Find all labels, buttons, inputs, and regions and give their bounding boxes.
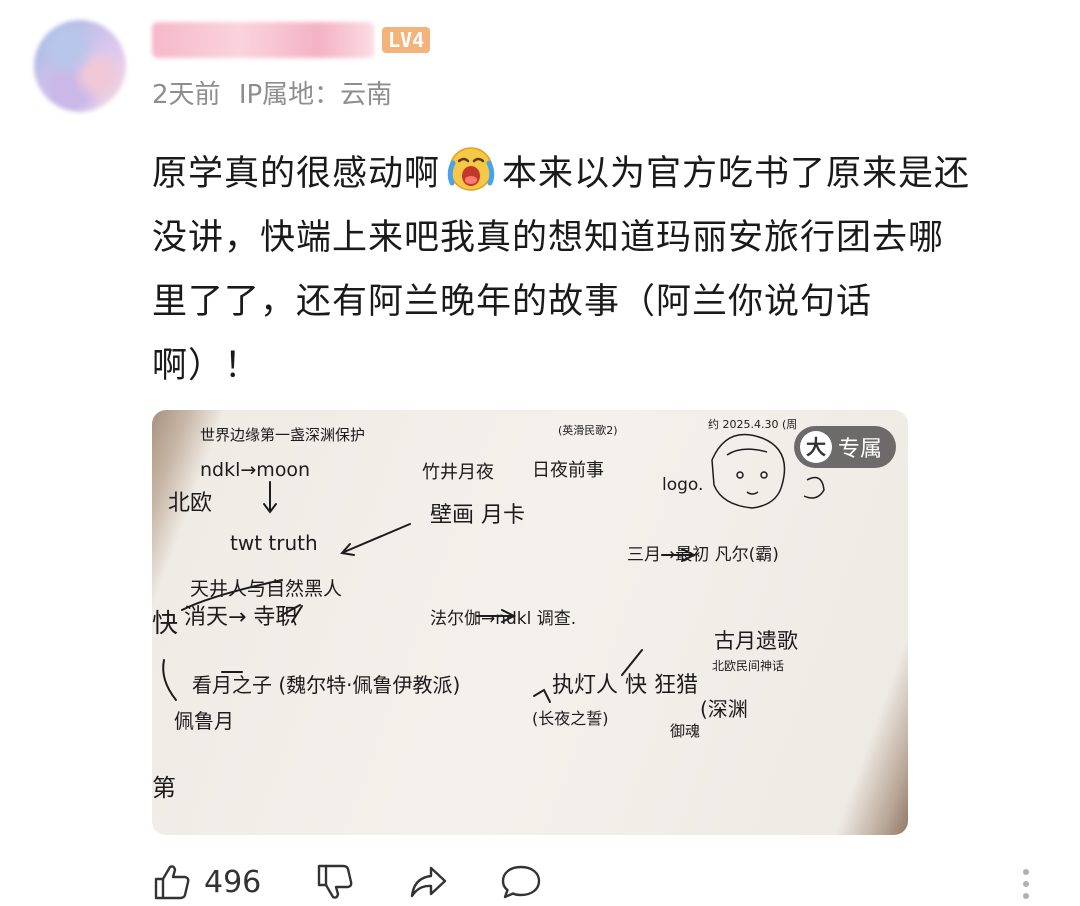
exclusive-icon: 大 (799, 431, 832, 463)
handwriting-text: 执灯人 快 狂猎 (552, 673, 698, 698)
exclusive-label: 专属 (837, 437, 882, 462)
thumbs-down-icon (318, 864, 353, 899)
handwriting-text: ndkl→moon (200, 459, 310, 481)
more-options-icon[interactable] (1016, 866, 1036, 906)
comment-line: 原学真的很感动啊 本来以为官方吃书了原来是还 (152, 142, 1047, 206)
username-blurred[interactable] (152, 22, 374, 58)
comment-icon (502, 865, 541, 899)
comment-text: 原学真的很感动啊 本来以为官方吃书了原来是还 没讲，快端上来吧我真的想知道玛丽安… (152, 142, 1047, 398)
handwriting-text: 佩鲁月 (174, 709, 234, 733)
share-icon (411, 866, 447, 898)
like-count: 496 (204, 864, 262, 900)
handwriting-text: 第 (152, 774, 176, 802)
ip-location: IP属地：云南 (238, 80, 393, 110)
exclusive-badge[interactable]: 大 专属 (793, 426, 896, 468)
handwriting-text: 看月之子 (魏尔特·佩鲁伊教派) (192, 673, 460, 697)
action-bar: 496 (152, 858, 543, 906)
handwriting-text: 世界边缘第一盏深渊保护 (200, 426, 365, 444)
handwriting-text: (深渊 (700, 697, 748, 721)
handwriting-text: 消天→ 寺职 (184, 605, 297, 630)
attached-photo[interactable]: 世界边缘第一盏深渊保护 (英滑民歌2) 约 2025.4.30 (周 ndkl→… (152, 410, 908, 835)
handwriting-text: 北欧民间神话 (712, 659, 784, 673)
like-button[interactable]: 496 (152, 862, 261, 902)
handwriting-text: twt truth (230, 531, 318, 555)
comment-text-part: 原学真的很感动啊 (152, 154, 441, 194)
handwriting-text: 三月→最初 凡尔(霸) (627, 545, 779, 565)
handwritten-notes: 世界边缘第一盏深渊保护 (英滑民歌2) 约 2025.4.30 (周 ndkl→… (152, 418, 825, 802)
handwriting-text: 古月遗歌 (714, 629, 798, 653)
dislike-button[interactable] (315, 862, 355, 902)
handwriting-text: logo. (662, 475, 703, 495)
comment-text-part: 本来以为官方吃书了原来是还 (502, 154, 971, 194)
comment-line: 啊）！ (152, 346, 261, 386)
handwriting-text: 约 2025.4.30 (周 (708, 418, 797, 431)
time-ago: 2天前 (152, 80, 221, 110)
comment-button[interactable] (499, 862, 543, 902)
handwriting-text: 日夜前事 (532, 460, 604, 481)
handwriting-text: (长夜之誓) (532, 709, 609, 728)
handwriting-text: 快 (152, 609, 178, 639)
comment-meta: 2天前 IP属地：云南 (152, 74, 392, 111)
comment-line: 里了了，还有阿兰晚年的故事（阿兰你说句话 (152, 282, 873, 322)
comment-line: 没讲，快端上来吧我真的想知道玛丽安旅行团去哪 (152, 218, 945, 258)
avatar[interactable] (34, 20, 126, 112)
handwriting-text: 法尔伽→ndkl 调查. (430, 609, 576, 629)
level-badge: LV4 (382, 27, 431, 53)
share-button[interactable] (407, 862, 449, 902)
handwriting-text: 天井人与自然黑人 (190, 578, 342, 600)
handwriting-text: 北欧 (168, 491, 212, 516)
handwriting-text: 御魂 (670, 722, 700, 740)
handwriting-text: 壁画 月卡 (430, 503, 525, 528)
handwriting-text: (英滑民歌2) (558, 423, 618, 437)
handwriting-text: 竹井月夜 (422, 462, 494, 483)
crying-face-icon (447, 147, 495, 191)
thumbs-up-icon (154, 865, 190, 900)
